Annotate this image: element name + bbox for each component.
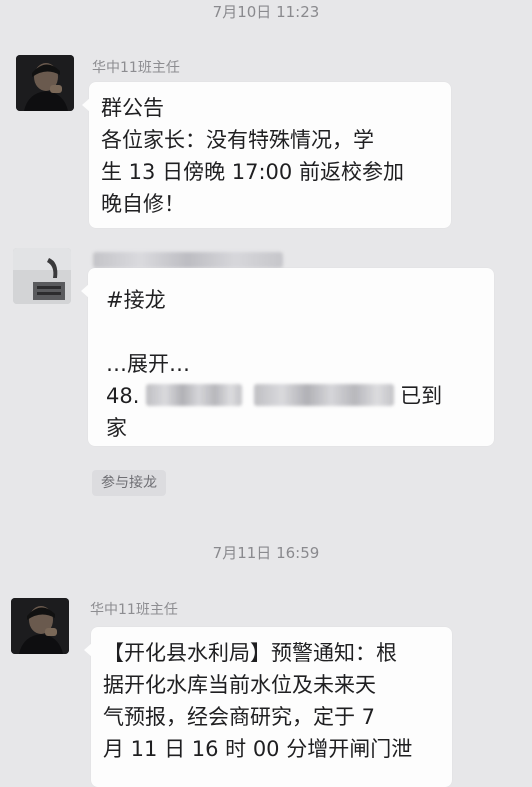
avatar-photo (11, 598, 69, 654)
entry-status: 已到 (400, 384, 443, 408)
timestamp: 7月10日 11:23 (212, 3, 320, 21)
solitaire-entry: 48. 已到 (106, 380, 476, 412)
message-text: 月 11 日 16 时 00 分增开闸门泄 (103, 737, 413, 761)
message-text: 生 13 日傍晚 17:00 前返校参加 (101, 160, 404, 184)
redacted-name (146, 384, 243, 406)
sender-name: 华中11班主任 (92, 60, 180, 76)
message-text: 各位家长：没有特殊情况，学 (101, 128, 374, 152)
message-text: 【开化县水利局】预警通知：根 (103, 641, 397, 665)
chat-view: 7月10日 11:23 华中11班主任 群公告 各位家长：没有特殊情况，学 生 … (0, 0, 532, 787)
avatar-photo (13, 248, 71, 304)
message-text: 晚自修！ (101, 192, 185, 216)
solitaire-entry-continued: 家 (106, 416, 127, 440)
message-text: 据开化水库当前水位及未来天 (103, 673, 376, 697)
avatar[interactable] (13, 248, 71, 304)
expand-link[interactable]: …展开… (106, 348, 476, 380)
message-bubble[interactable]: 【开化县水利局】预警通知：根 据开化水库当前水位及未来天 气预报，经会商研究，定… (84, 627, 452, 787)
sender-name-redacted (93, 252, 283, 268)
message-bubble[interactable]: #接龙 …展开… 48. 已到 家 (81, 268, 494, 446)
avatar-photo (16, 55, 74, 111)
avatar[interactable] (11, 598, 69, 654)
sender-name: 华中11班主任 (90, 602, 178, 618)
redacted-phone (254, 384, 395, 406)
timestamp: 7月11日 16:59 (212, 544, 320, 562)
message-text: 气预报，经会商研究，定于 7 (103, 705, 376, 729)
solitaire-title: #接龙 (106, 288, 166, 312)
message-bubble[interactable]: 群公告 各位家长：没有特殊情况，学 生 13 日傍晚 17:00 前返校参加 晚… (82, 82, 451, 228)
entry-number: 48. (106, 384, 147, 408)
announcement-label: 群公告 (101, 96, 164, 120)
join-solitaire-button[interactable]: 参与接龙 (92, 470, 166, 496)
avatar[interactable] (16, 55, 74, 111)
